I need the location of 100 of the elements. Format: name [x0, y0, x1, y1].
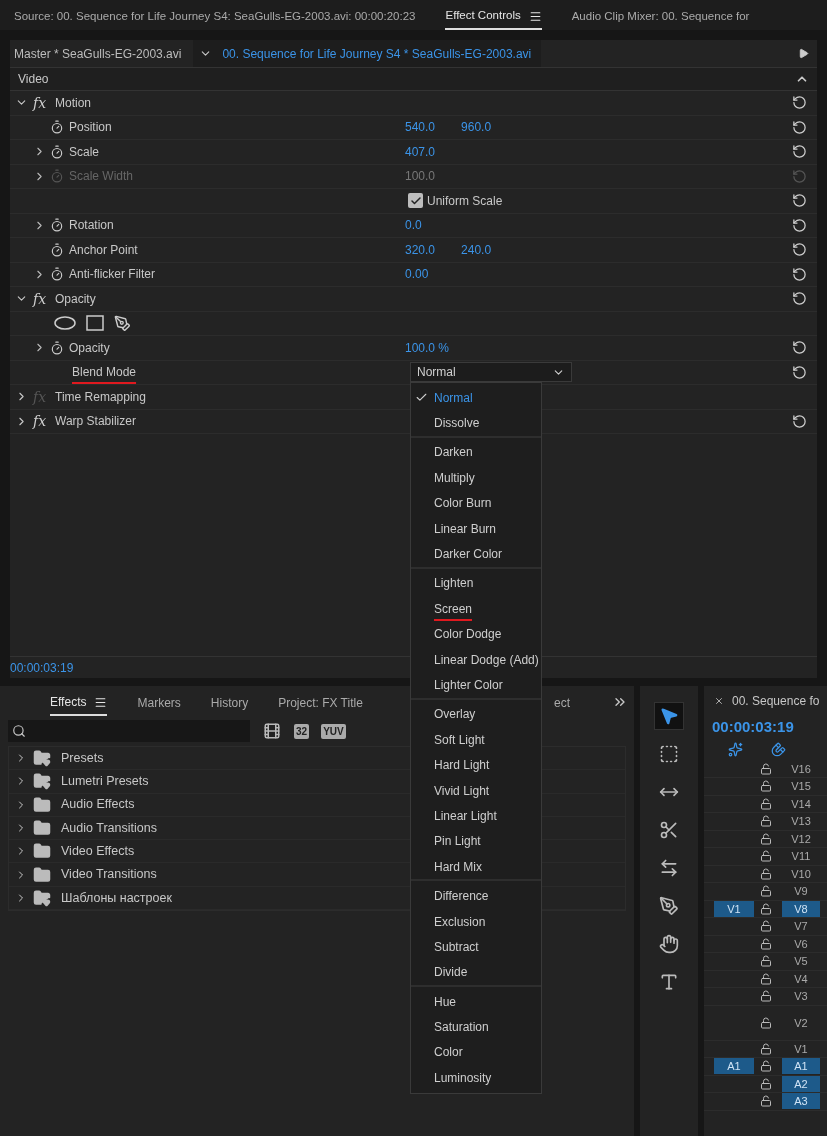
reset-icon[interactable]: [792, 193, 807, 209]
menu-item[interactable]: Lighten: [411, 570, 541, 597]
sequence-tab[interactable]: 00. Sequence fo: [732, 692, 820, 710]
property-value[interactable]: 540.0: [405, 118, 436, 137]
reset-icon[interactable]: [792, 364, 807, 380]
lock-icon[interactable]: [760, 1095, 772, 1108]
menu-item[interactable]: Soft Light: [411, 727, 541, 753]
menu-item[interactable]: Screen: [411, 596, 541, 622]
reset-icon[interactable]: [792, 217, 807, 233]
search-field[interactable]: [8, 720, 250, 742]
tree-item[interactable]: Lumetri Presets: [61, 772, 149, 791]
property-value[interactable]: 0.0: [405, 216, 422, 235]
blend-mode-dropdown[interactable]: Normal: [410, 362, 572, 383]
lock-icon[interactable]: [760, 850, 772, 863]
panel-tab[interactable]: Audio Clip Mixer: 00. Sequence for: [571, 4, 750, 30]
lock-icon[interactable]: [760, 762, 772, 775]
rectangle-mask-icon[interactable]: [86, 315, 104, 332]
lock-icon[interactable]: [760, 1016, 772, 1029]
property-value[interactable]: 320.0: [405, 240, 436, 259]
track-target[interactable]: V11: [782, 848, 820, 865]
track-target[interactable]: V14: [782, 795, 820, 812]
lock-icon[interactable]: [760, 1060, 772, 1073]
menu-item[interactable]: Linear Dodge (Add): [411, 646, 541, 673]
property-value[interactable]: 0.00: [405, 265, 429, 284]
lock-icon[interactable]: [760, 832, 772, 845]
reset-icon[interactable]: [792, 144, 807, 160]
menu-item[interactable]: Dissolve: [411, 410, 541, 436]
track-target[interactable]: V16: [782, 760, 820, 777]
tree-item[interactable]: Audio Transitions: [61, 818, 157, 838]
tree-item[interactable]: Шаблоны настроек: [61, 888, 172, 908]
sparkle-icon[interactable]: [728, 742, 743, 757]
panel-tab[interactable]: Project: FX Title: [278, 690, 363, 716]
tree-item[interactable]: Video Effects: [61, 841, 135, 861]
reset-icon[interactable]: [792, 291, 807, 307]
track-target[interactable]: A3: [782, 1093, 820, 1110]
menu-item[interactable]: Overlay: [411, 701, 541, 728]
reset-icon[interactable]: [792, 413, 807, 429]
reset-icon[interactable]: [792, 242, 807, 258]
stopwatch-icon[interactable]: [50, 144, 64, 159]
stopwatch-icon[interactable]: [50, 267, 64, 282]
menu-item[interactable]: Linear Burn: [411, 515, 541, 542]
reset-icon[interactable]: [792, 266, 807, 282]
track-target[interactable]: V15: [782, 778, 820, 795]
menu-icon[interactable]: [528, 9, 542, 23]
property-value[interactable]: 240.0: [461, 240, 492, 259]
reset-icon[interactable]: [792, 119, 807, 135]
panel-tab[interactable]: History: [210, 690, 249, 716]
track-target[interactable]: V3: [782, 988, 820, 1005]
menu-item[interactable]: Normal: [411, 385, 541, 411]
fx-toggle[interactable]: fx: [33, 94, 47, 111]
menu-item[interactable]: Vivid Light: [411, 777, 541, 804]
menu-item[interactable]: Hue: [411, 989, 541, 1015]
menu-item[interactable]: Subtract: [411, 934, 541, 960]
lock-icon[interactable]: [760, 972, 772, 985]
menu-item[interactable]: Luminosity: [411, 1065, 541, 1091]
reset-icon[interactable]: [792, 340, 807, 356]
play-icon[interactable]: [798, 48, 809, 59]
menu-item[interactable]: Difference: [411, 883, 541, 909]
lock-icon[interactable]: [760, 955, 772, 968]
tree-item[interactable]: Video Transitions: [61, 865, 157, 884]
track-target[interactable]: V1: [782, 1040, 820, 1057]
lock-icon[interactable]: [760, 990, 772, 1003]
lock-icon[interactable]: [760, 885, 772, 898]
pen-mask-icon[interactable]: [114, 314, 131, 332]
menu-item[interactable]: Saturation: [411, 1014, 541, 1040]
track-target[interactable]: V4: [782, 970, 820, 987]
menu-item[interactable]: Lighter Color: [411, 672, 541, 698]
panel-tab[interactable]: ect: [554, 690, 570, 716]
menu-item[interactable]: Color Burn: [411, 490, 541, 516]
fx-toggle[interactable]: fx: [33, 413, 47, 430]
tool-button[interactable]: [654, 702, 684, 730]
menu-item[interactable]: Darker Color: [411, 541, 541, 567]
lock-icon[interactable]: [760, 1042, 772, 1055]
track-target[interactable]: A1: [782, 1058, 820, 1075]
property-value[interactable]: 100.0 %: [405, 338, 450, 357]
close-icon[interactable]: [714, 696, 724, 706]
checkbox[interactable]: [408, 193, 423, 209]
tree-item[interactable]: Audio Effects: [61, 795, 135, 815]
panel-tab[interactable]: Source: 00. Sequence for Life Journey S4: SeaGulls-EG-2003.avi: 00:00:20:23: [14, 4, 416, 30]
menu-item[interactable]: Divide: [411, 959, 541, 985]
track-target[interactable]: V7: [782, 918, 820, 935]
reset-icon[interactable]: [792, 95, 807, 111]
filter-button[interactable]: YUV: [321, 723, 346, 739]
lock-icon[interactable]: [760, 1077, 772, 1090]
fx-toggle[interactable]: fx: [33, 290, 47, 307]
menu-item[interactable]: Darken: [411, 439, 541, 466]
filter-button[interactable]: 32: [294, 723, 310, 739]
track-target[interactable]: V5: [782, 953, 820, 970]
menu-item[interactable]: Hard Mix: [411, 854, 541, 880]
menu-item[interactable]: Color Dodge: [411, 621, 541, 647]
lock-icon[interactable]: [760, 815, 772, 828]
track-target[interactable]: V6: [782, 935, 820, 952]
stopwatch-icon[interactable]: [50, 120, 64, 135]
stopwatch-icon[interactable]: [50, 218, 64, 233]
lock-icon[interactable]: [760, 797, 772, 810]
ellipse-mask-icon[interactable]: [54, 316, 76, 331]
menu-item[interactable]: Exclusion: [411, 908, 541, 935]
menu-item[interactable]: Multiply: [411, 465, 541, 491]
magnet-icon[interactable]: [771, 742, 786, 757]
panel-tab[interactable]: Effects: [50, 690, 108, 716]
